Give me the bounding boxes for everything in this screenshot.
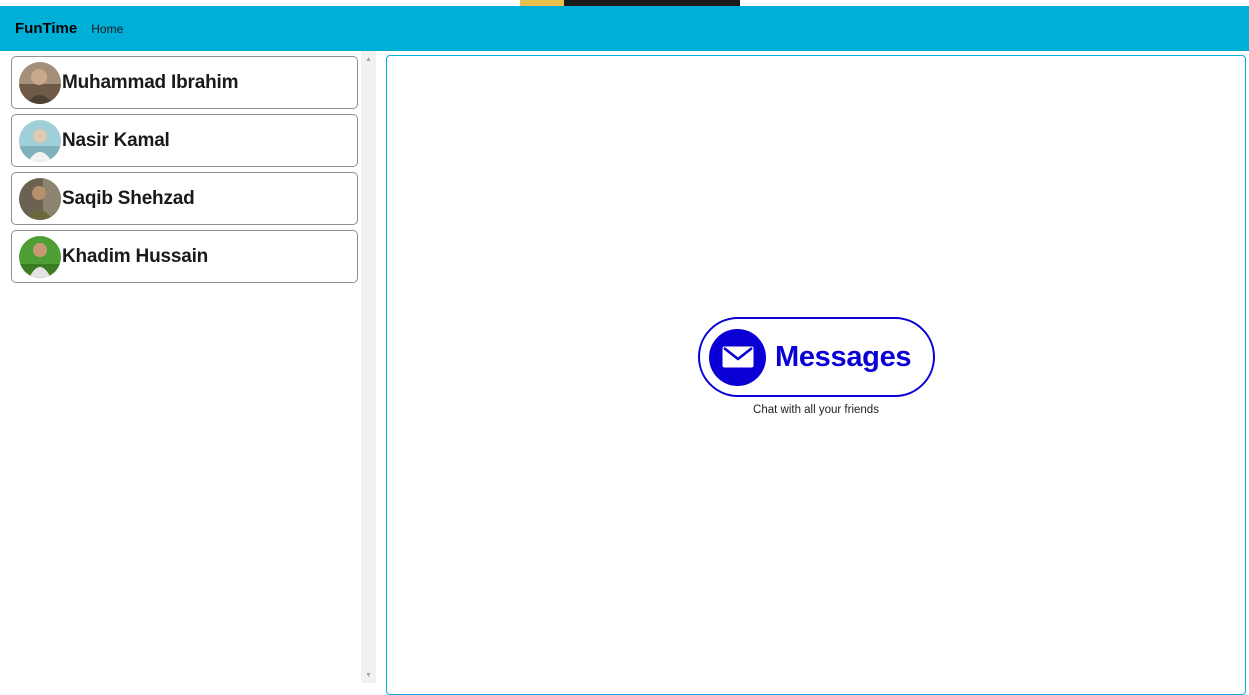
- contact-avatar: [19, 119, 61, 162]
- contact-item[interactable]: Khadim Hussain: [11, 230, 358, 283]
- contact-item[interactable]: Muhammad Ibrahim: [11, 56, 358, 109]
- messages-logo-text: Messages: [775, 340, 912, 373]
- chat-panel: Messages Chat with all your friends: [386, 55, 1246, 695]
- messages-logo: Messages: [698, 317, 935, 397]
- contact-name: Saqib Shehzad: [62, 187, 195, 209]
- contact-avatar: [19, 177, 61, 220]
- scroll-down-arrow-icon[interactable]: ▼: [361, 669, 376, 683]
- contacts-sidebar: Muhammad Ibrahim Nasir Kamal Saqib Shehz…: [0, 51, 376, 683]
- contact-avatar: [19, 235, 61, 278]
- sidebar-scrollbar[interactable]: ▲ ▼: [361, 51, 376, 683]
- navbar: FunTime Home: [0, 6, 1249, 51]
- messages-subtitle: Chat with all your friends: [753, 404, 879, 416]
- contact-item[interactable]: Saqib Shehzad: [11, 172, 358, 225]
- contact-item[interactable]: Nasir Kamal: [11, 114, 358, 167]
- scroll-up-arrow-icon[interactable]: ▲: [361, 53, 376, 67]
- nav-home-link[interactable]: Home: [91, 22, 123, 36]
- contact-name: Khadim Hussain: [62, 245, 209, 267]
- contact-avatar: [19, 61, 61, 104]
- contact-list: Muhammad Ibrahim Nasir Kamal Saqib Shehz…: [11, 56, 358, 288]
- contact-name: Nasir Kamal: [62, 129, 170, 151]
- brand-logo[interactable]: FunTime: [15, 20, 77, 37]
- envelope-icon: [709, 328, 766, 386]
- contact-name: Muhammad Ibrahim: [62, 71, 239, 93]
